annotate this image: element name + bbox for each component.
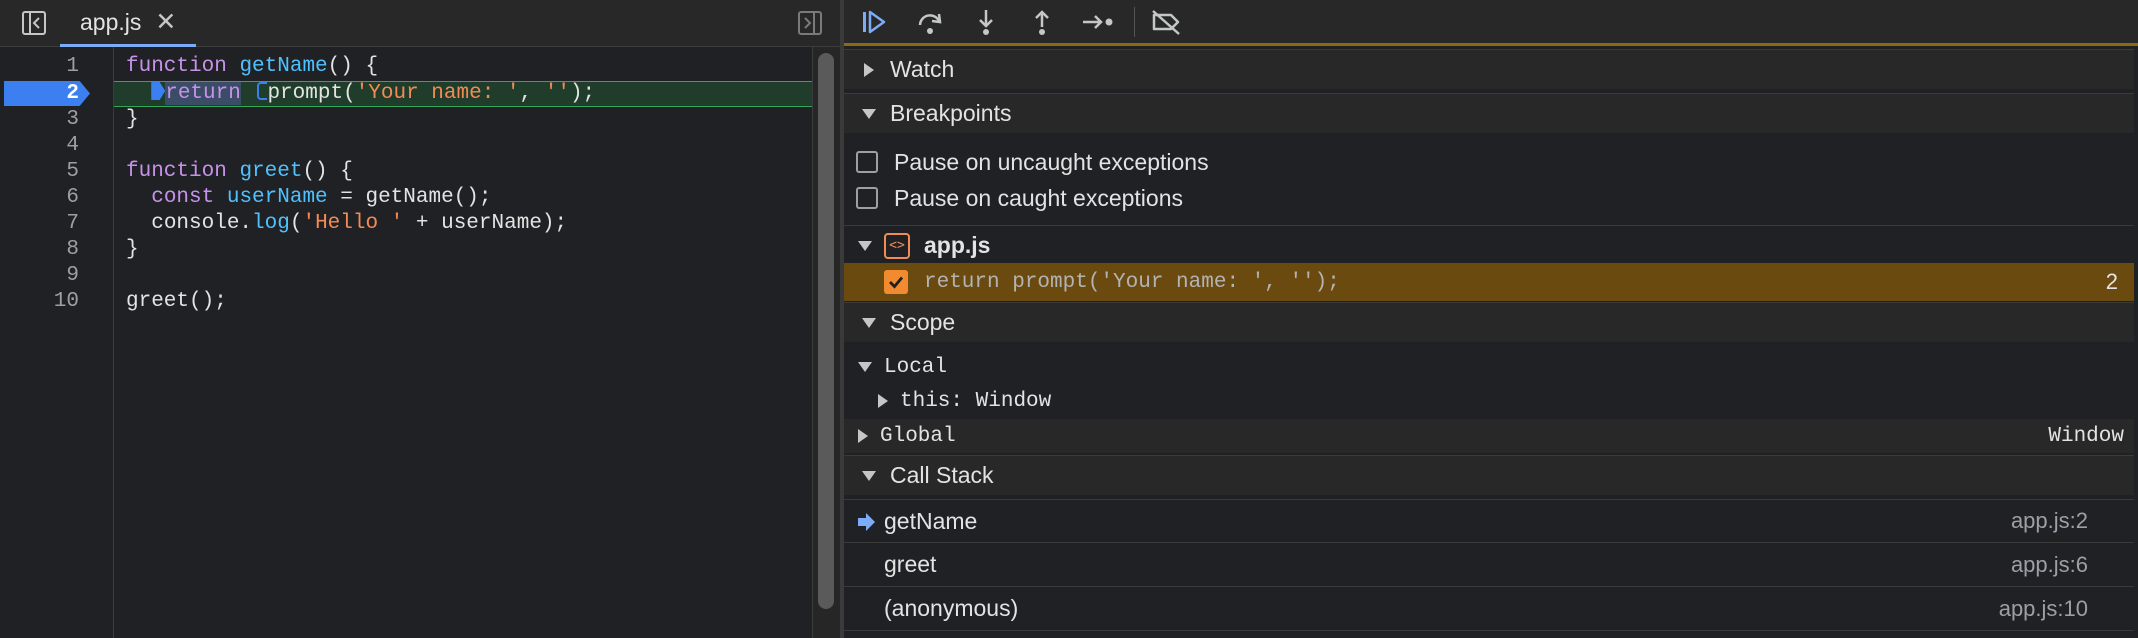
expand-down-icon (862, 108, 876, 119)
code-line-3: } (126, 108, 139, 131)
frame-location-link[interactable]: app.js:2 (2011, 508, 2088, 534)
scope-local-label: Local (884, 355, 948, 379)
breakpoint-line-number: 2 (2105, 269, 2118, 294)
code-line-2: return prompt('Your name: ', ''); (126, 81, 595, 107)
frame-function: greet (884, 551, 937, 577)
step-out-icon[interactable] (1022, 4, 1062, 40)
line-number[interactable]: 6 (66, 185, 79, 211)
pause-uncaught-label: Pause on uncaught exceptions (894, 148, 1209, 175)
editor-tab-bar: app.js ✕ (0, 0, 840, 47)
breakpoint-entry[interactable]: return prompt('Your name: ', ''); 2 (844, 263, 2134, 301)
section-title: Breakpoints (890, 100, 1012, 126)
line-number[interactable]: 3 (66, 107, 79, 133)
frame-location-link[interactable]: app.js:10 (1999, 596, 2088, 622)
code-editor[interactable]: 1 2 3 4 5 6 7 8 9 10 function getName() … (0, 47, 840, 638)
expand-down-icon (862, 317, 876, 328)
callstack-section-header[interactable]: Call Stack (844, 455, 2134, 495)
pause-uncaught-checkbox[interactable] (856, 151, 878, 173)
section-title: Call Stack (890, 462, 994, 488)
file-script-icon: <> (884, 232, 910, 259)
pause-caught-label: Pause on caught exceptions (894, 184, 1183, 211)
toolbar-separator (1134, 7, 1135, 37)
line-number[interactable]: 5 (66, 159, 79, 185)
expand-right-icon (858, 429, 868, 443)
resume-icon[interactable] (854, 4, 894, 40)
callstack-frame[interactable]: getName app.js:2 (844, 499, 2134, 543)
frame-function: getName (884, 507, 978, 534)
editor-pane: app.js ✕ 1 2 3 4 5 6 7 8 9 10 function g… (0, 0, 840, 638)
scope-global-value: Window (2048, 424, 2124, 448)
line-number[interactable]: 7 (66, 211, 79, 237)
expand-down-icon (862, 470, 876, 481)
code-area[interactable]: function getName() { return prompt('Your… (114, 47, 814, 638)
section-title: Scope (890, 309, 956, 335)
pause-caught-checkbox[interactable] (856, 187, 878, 209)
line-number[interactable]: 8 (66, 237, 79, 263)
line-gutter[interactable]: 1 2 3 4 5 6 7 8 9 10 (0, 47, 114, 638)
scope-this-value: Window (975, 389, 1052, 413)
close-icon[interactable]: ✕ (155, 9, 176, 35)
tab-app-js[interactable]: app.js ✕ (60, 0, 197, 47)
tab-label: app.js (80, 8, 142, 35)
pause-uncaught-row[interactable]: Pause on uncaught exceptions (844, 145, 2134, 179)
breakpoint-file-row[interactable]: <> app.js (844, 225, 2134, 265)
code-line-10: greet(); (126, 290, 227, 313)
scope-this-sep: : (950, 389, 976, 413)
code-line-6: const userName = getName(); (151, 186, 492, 209)
code-line-5: function greet() { (126, 160, 353, 183)
deactivate-breakpoints-icon[interactable] (1146, 4, 1186, 40)
step-over-icon[interactable] (910, 4, 950, 40)
section-title: Watch (890, 56, 955, 82)
breakpoint-enabled-checkbox[interactable] (884, 270, 908, 294)
toggle-debugger-sidebar-icon[interactable] (794, 7, 826, 39)
expand-right-icon (864, 62, 874, 77)
current-frame-arrow-icon (856, 512, 876, 537)
debugger-panels: Watch Breakpoints Pause on uncaught exce… (844, 49, 2134, 638)
frame-function: (anonymous) (884, 595, 1019, 621)
scope-this-row[interactable]: this: Window (844, 385, 2134, 417)
editor-scrollbar-thumb[interactable] (818, 53, 834, 609)
line-number[interactable]: 9 (66, 263, 79, 289)
toggle-navigator-icon[interactable] (18, 7, 50, 39)
expand-down-icon (858, 362, 872, 372)
breakpoint-code: return prompt('Your name: ', ''); (924, 270, 1340, 294)
scope-section-header[interactable]: Scope (844, 302, 2134, 342)
line-number[interactable]: 4 (66, 133, 79, 159)
step-into-icon[interactable] (966, 4, 1006, 40)
debugger-toolbar (844, 0, 2138, 46)
code-line-8: } (126, 238, 139, 261)
step-icon[interactable] (1078, 4, 1118, 40)
scope-global-label: Global (880, 424, 956, 448)
line-number[interactable]: 1 (66, 54, 79, 80)
scope-local-row[interactable]: Local (844, 351, 2134, 383)
code-line-1: function getName() { (126, 55, 379, 78)
frame-location-link[interactable]: app.js:6 (2011, 552, 2088, 578)
breakpoints-section-header[interactable]: Breakpoints (844, 93, 2134, 133)
line-number[interactable]: 10 (54, 289, 79, 315)
expand-right-icon (878, 394, 888, 408)
scope-this-key: this (900, 389, 951, 413)
line-number-active[interactable]: 2 (66, 81, 79, 107)
code-line-7: console.log('Hello ' + userName); (151, 212, 568, 235)
inline-breakpoint-hollow-icon[interactable] (257, 82, 268, 100)
inline-breakpoint-icon[interactable] (151, 82, 166, 100)
scope-global-row[interactable]: Global Window (844, 419, 2134, 453)
breakpoint-file-name: app.js (924, 232, 991, 258)
watch-section-header[interactable]: Watch (844, 49, 2134, 89)
pause-caught-row[interactable]: Pause on caught exceptions (844, 181, 2134, 215)
callstack-frame[interactable]: (anonymous) app.js:10 (844, 587, 2134, 631)
debugger-pane: Watch Breakpoints Pause on uncaught exce… (844, 0, 2138, 638)
callstack-frame[interactable]: greet app.js:6 (844, 543, 2134, 587)
expand-down-icon (858, 240, 872, 251)
